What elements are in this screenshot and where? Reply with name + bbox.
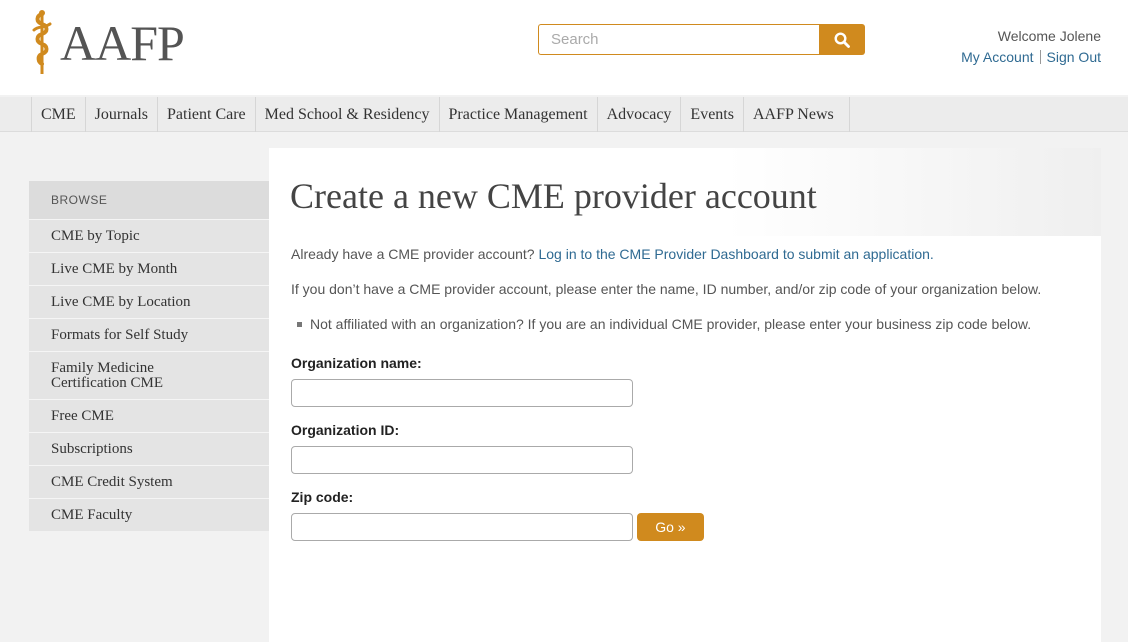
caduceus-icon — [32, 10, 52, 74]
search-bar — [538, 24, 865, 55]
sidebar-item-cme-faculty[interactable]: CME Faculty — [29, 498, 269, 531]
org-name-label: Organization name: — [291, 355, 422, 371]
user-menu: Welcome Jolene My Account Sign Out — [961, 26, 1101, 68]
link-divider — [1039, 50, 1041, 64]
nav-item-aafp-news[interactable]: AAFP News — [742, 97, 850, 132]
sidebar-item-free-cme[interactable]: Free CME — [29, 399, 269, 432]
search-input[interactable] — [538, 24, 819, 55]
sidebar-item-cme-by-topic[interactable]: CME by Topic — [29, 219, 269, 252]
sidebar-item-formats-self-study[interactable]: Formats for Self Study — [29, 318, 269, 351]
instructions-text: If you don’t have a CME provider account… — [291, 281, 1042, 297]
page-title: Create a new CME provider account — [290, 176, 817, 216]
note-list: Not affiliated with an organization? If … — [291, 314, 1080, 335]
nav-item-patient-care[interactable]: Patient Care — [157, 97, 255, 132]
main-content: Create a new CME provider account Alread… — [269, 148, 1101, 642]
sidebar-heading: BROWSE — [29, 181, 269, 219]
nav-item-events[interactable]: Events — [680, 97, 743, 132]
sidebar-item-live-cme-by-month[interactable]: Live CME by Month — [29, 252, 269, 285]
go-button[interactable]: Go » — [636, 513, 704, 541]
welcome-text: Welcome Jolene — [997, 28, 1101, 44]
intro-paragraph: Already have a CME provider account? Log… — [291, 244, 1080, 265]
nav-item-practice-management[interactable]: Practice Management — [438, 97, 597, 132]
provider-search-form: Organization name: Organization ID: Zip … — [291, 353, 1080, 554]
sidebar-item-family-medicine-certification[interactable]: Family Medicine Certification CME — [29, 351, 269, 399]
sidebar-item-subscriptions[interactable]: Subscriptions — [29, 432, 269, 465]
content-body: Already have a CME provider account? Log… — [269, 236, 1101, 554]
sidebar-item-cme-credit-system[interactable]: CME Credit System — [29, 465, 269, 498]
my-account-link[interactable]: My Account — [961, 49, 1033, 65]
user-links: My Account Sign Out — [961, 47, 1101, 68]
title-band: Create a new CME provider account — [269, 148, 1101, 236]
provider-dashboard-link[interactable]: Log in to the CME Provider Dashboard to … — [538, 246, 933, 262]
intro-text: Already have a CME provider account? — [291, 246, 535, 262]
nav-item-med-school-residency[interactable]: Med School & Residency — [254, 97, 439, 132]
zip-code-label: Zip code: — [291, 489, 354, 505]
org-name-input[interactable] — [291, 379, 633, 407]
nav-item-cme[interactable]: CME — [31, 97, 85, 132]
main-nav: CME Journals Patient Care Med School & R… — [0, 97, 1128, 132]
nav-item-journals[interactable]: Journals — [84, 97, 157, 132]
nav-item-advocacy[interactable]: Advocacy — [596, 97, 681, 132]
sidebar-item-live-cme-by-location[interactable]: Live CME by Location — [29, 285, 269, 318]
aafp-logo[interactable]: AAFP — [30, 8, 185, 78]
nav-list: CME Journals Patient Care Med School & R… — [31, 97, 1128, 132]
zip-code-input[interactable] — [291, 513, 633, 541]
search-button[interactable] — [819, 24, 865, 55]
sign-out-link[interactable]: Sign Out — [1047, 49, 1101, 65]
org-id-label: Organization ID: — [291, 422, 400, 438]
browse-sidebar: BROWSE CME by Topic Live CME by Month Li… — [29, 181, 269, 531]
org-id-input[interactable] — [291, 446, 633, 474]
logo-text: AAFP — [60, 15, 185, 71]
site-header: AAFP Welcome Jolene My Account Sign Out — [0, 0, 1128, 95]
search-icon — [834, 31, 850, 48]
individual-provider-note: Not affiliated with an organization? If … — [297, 314, 1080, 335]
sidebar-list: CME by Topic Live CME by Month Live CME … — [29, 219, 269, 531]
